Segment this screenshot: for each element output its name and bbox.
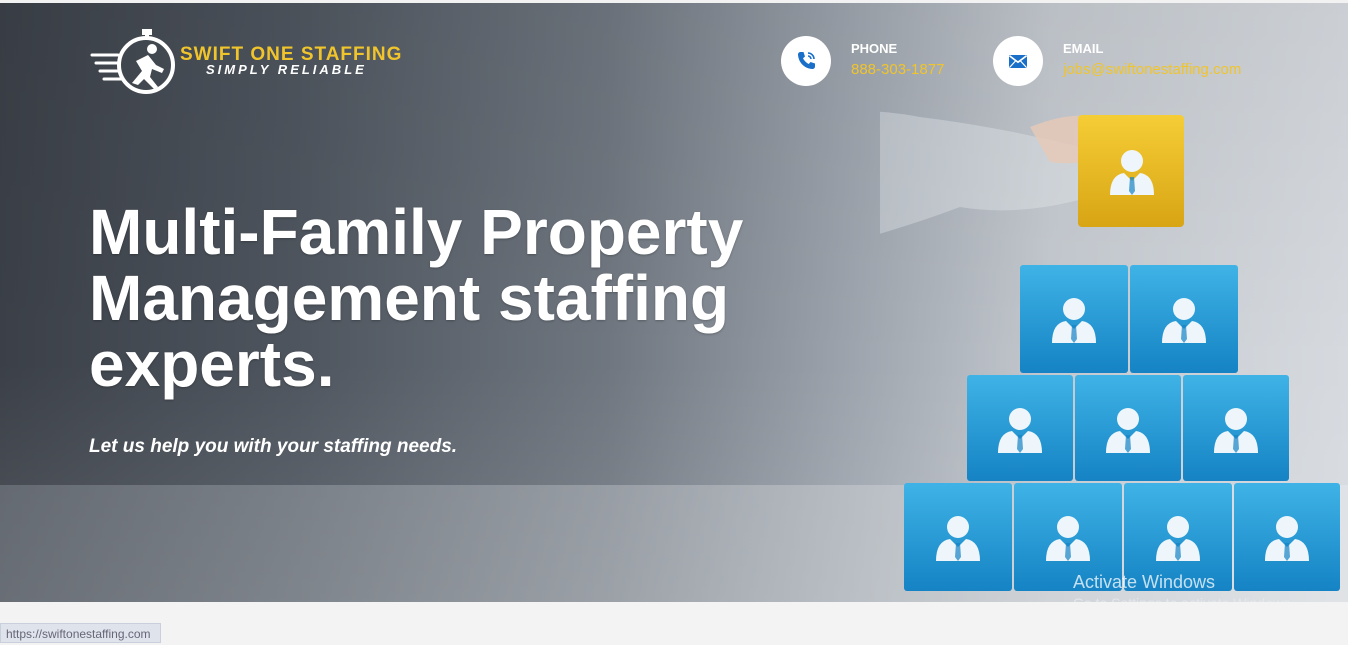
email-address-link[interactable]: jobs@swiftonestaffing.com [1063,61,1241,78]
email-icon-circle[interactable] [993,36,1043,86]
envelope-icon [1009,55,1027,68]
hero-subheadline: Let us help you with your staffing needs… [89,436,458,457]
org-cube-pyramid-image [880,111,1340,591]
phone-label: PHONE [851,41,898,56]
phone-icon [798,52,815,69]
phone-contact: PHONE 888-303-1877 [781,36,981,88]
hero-section: SWIFT ONE STAFFING SIMPLY RELIABLE PHONE… [0,3,1348,602]
watermark-title: Activate Windows [1073,572,1216,592]
brand-tagline: SIMPLY RELIABLE [206,62,367,77]
hero-headline: Multi-Family Property Management staffin… [89,196,744,400]
watermark-subtitle: Go to Settings to activate Windows. [1073,594,1294,602]
runner-stopwatch-logo-icon [90,29,175,94]
windows-activation-watermark: Activate Windows Go to Settings to activ… [1073,571,1294,602]
email-contact: EMAIL jobs@swiftonestaffing.com [993,36,1283,88]
phone-icon-circle[interactable] [781,36,831,86]
brand-logo-link[interactable]: SWIFT ONE STAFFING SIMPLY RELIABLE [90,25,410,97]
phone-number-link[interactable]: 888-303-1877 [851,61,944,78]
status-url: https://swiftonestaffing.com [6,627,151,641]
email-label: EMAIL [1063,41,1104,56]
browser-status-bar: https://swiftonestaffing.com [0,623,161,643]
